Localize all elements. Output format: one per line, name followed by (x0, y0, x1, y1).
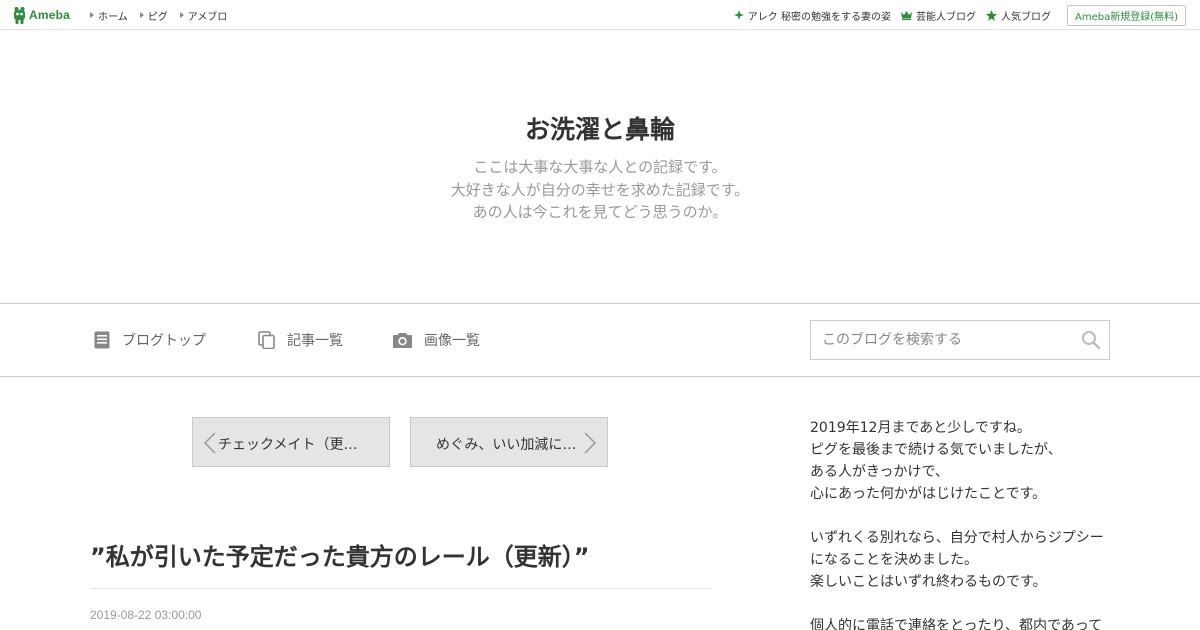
nav-pickup-label: アレク 秘密の勉強をする妻の姿 (747, 11, 891, 23)
sparkle-icon (733, 10, 744, 20)
menu-image-list-label: 画像一覧 (424, 333, 480, 349)
nav-ameblo-label: アメブロ (187, 11, 228, 23)
nav-pigg-link[interactable]: ピグ (139, 8, 168, 23)
blog-description-line: 大好きな人が自分の幸せを求めた記録です。 (450, 180, 750, 199)
menu-blog-top[interactable]: ブログトップ (94, 330, 206, 350)
triangle-right-icon (90, 12, 94, 18)
chevron-left-icon (203, 432, 216, 454)
article-title[interactable]: ”私が引いた予定だった貴方のレール（更新）” (90, 537, 711, 572)
blog-description: ここは大事な大事な人との記録です。 大好きな人が自分の幸せを求めた記録です。 あ… (0, 156, 1200, 224)
nav-popular-blog-link[interactable]: 人気ブログ (985, 8, 1051, 23)
blog-search-input[interactable] (811, 321, 1071, 359)
global-nav-left: ホーム ピグ アメブロ (90, 0, 239, 30)
nav-celebrity-blog-label: 芸能人ブログ (915, 11, 976, 23)
search-icon[interactable] (1081, 330, 1101, 350)
menu-image-list[interactable]: 画像一覧 (393, 330, 480, 350)
sidebar-text-line: 個人的に電話で連絡をとったり、都内であって (810, 618, 1103, 630)
nav-pigg-label: ピグ (147, 11, 168, 23)
sidebar-text-line: ある人がきっかけで、 (810, 464, 949, 480)
nav-home-link[interactable]: ホーム (90, 8, 128, 23)
sidebar-text-line: になることを決めました。 (810, 552, 978, 568)
sidebar-text-spacer (810, 593, 1110, 615)
nav-pickup-link[interactable]: アレク 秘密の勉強をする妻の姿 (733, 8, 891, 23)
sidebar-text-spacer (810, 505, 1110, 527)
camera-icon (393, 333, 412, 348)
prev-entry-label: チェックメイト（更… (218, 437, 358, 453)
crown-icon (900, 10, 912, 20)
blog-description-line: ここは大事な大事な人との記録です。 (473, 158, 727, 176)
sidebar-text-line: 2019年12月まであと少しですね。 (810, 420, 1031, 436)
document-icon (94, 331, 110, 349)
menu-blog-top-label: ブログトップ (122, 333, 206, 349)
sidebar-text-line: ピグを最後まで続ける気でいましたが、 (810, 442, 1062, 458)
global-header: Ameba ホーム ピグ アメブロ アレク 秘密の勉強をする妻の姿 芸能人ブログ… (0, 0, 1200, 30)
menu-entry-list-label: 記事一覧 (287, 333, 343, 349)
triangle-right-icon (139, 12, 144, 18)
sidebar-profile-text: 2019年12月まであと少しですね。 ピグを最後まで続ける気でいましたが、 ある… (810, 417, 1110, 630)
blog-description-line: あの人は今これを見てどう思うのか。 (472, 203, 728, 221)
blog-menu-bar: ブログトップ 記事一覧 画像一覧 (0, 303, 1200, 377)
sidebar-text-line: 楽しいことはいずれ終わるものです。 (810, 574, 1047, 590)
ameba-mascot-icon (14, 7, 25, 24)
menu-entry-list[interactable]: 記事一覧 (258, 330, 343, 350)
logo-text: Ameba (29, 8, 71, 22)
next-entry-button[interactable]: めぐみ、いい加減に… (410, 417, 608, 467)
sidebar-text-line: 心にあった何かがはじけたことです。 (810, 486, 1047, 502)
global-nav-right: アレク 秘密の勉強をする妻の姿 芸能人ブログ 人気ブログ Ameba新規登録(無… (733, 0, 1186, 30)
nav-popular-blog-label: 人気ブログ (1000, 11, 1051, 23)
copy-icon (258, 331, 275, 349)
nav-celebrity-blog-link[interactable]: 芸能人ブログ (900, 8, 976, 23)
next-entry-label: めぐみ、いい加減に… (436, 437, 577, 453)
chevron-right-icon (584, 432, 597, 454)
blog-search (810, 320, 1110, 360)
sidebar-text-line: いずれくる別れなら、自分で村人からジプシー (810, 530, 1104, 546)
blog-title[interactable]: お洗濯と鼻輪 (0, 110, 1200, 146)
nav-ameblo-link[interactable]: アメブロ (179, 8, 228, 23)
triangle-right-icon (179, 12, 184, 18)
prev-entry-button[interactable]: チェックメイト（更… (192, 417, 390, 467)
article-divider (90, 588, 711, 589)
star-icon (985, 9, 997, 21)
blog-header: お洗濯と鼻輪 ここは大事な大事な人との記録です。 大好きな人が自分の幸せを求めた… (0, 30, 1200, 303)
article-date: 2019-08-22 03:00:00 (90, 608, 202, 622)
nav-home-label: ホーム (98, 11, 128, 23)
register-button[interactable]: Ameba新規登録(無料) (1066, 4, 1186, 26)
ameba-logo[interactable]: Ameba (13, 6, 70, 24)
